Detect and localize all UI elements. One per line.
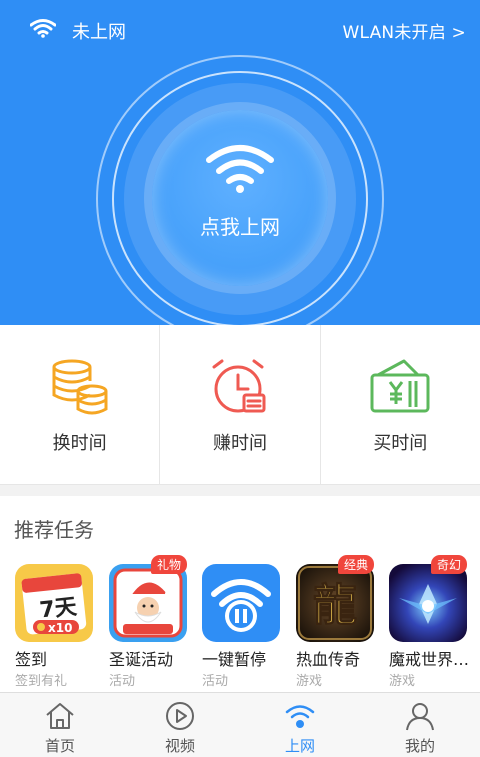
- app-badge: 奇幻: [430, 555, 467, 574]
- app-name: 签到: [15, 650, 48, 669]
- section-title: 推荐任务: [14, 518, 94, 542]
- wifi-pause-icon: [202, 564, 280, 642]
- exchange-time-label: 换时间: [52, 433, 107, 454]
- app-name: 圣诞活动: [109, 650, 174, 669]
- hero-panel: 未上网 WLAN未开启 > 点我上网: [0, 0, 480, 325]
- status-bar: 未上网 WLAN未开启 >: [0, 0, 480, 58]
- app-item-legend[interactable]: 龍 经典 热血传奇 游戏: [296, 555, 386, 690]
- svg-text:龍: 龍: [313, 580, 357, 631]
- tab-label: 视频: [164, 737, 195, 755]
- buy-time-tile[interactable]: 买时间: [321, 325, 480, 484]
- network-status-text: 未上网: [72, 22, 126, 43]
- wlan-settings-link[interactable]: WLAN未开启 >: [343, 18, 466, 43]
- app-name: 魔戒世界…: [389, 650, 470, 669]
- connect-button[interactable]: 点我上网: [152, 110, 328, 286]
- svg-text:x10: x10: [48, 621, 72, 635]
- coins-stack-icon: [52, 359, 108, 415]
- app-item-christmas[interactable]: 礼物 圣诞活动 活动: [109, 555, 199, 690]
- home-icon: [46, 703, 74, 729]
- tab-internet[interactable]: 上网: [240, 693, 360, 757]
- recommended-tasks: 推荐任务 7天 x10 签到 签到有礼 礼物 圣诞活动 活动 一键暂停 活动 龍…: [0, 496, 480, 692]
- wifi-icon: [285, 705, 315, 728]
- app-name: 热血传奇: [296, 650, 361, 669]
- santa-claus-icon: [109, 564, 187, 642]
- buy-time-label: 买时间: [373, 433, 428, 454]
- app-badge: 经典: [337, 555, 374, 574]
- fantasy-game-icon: [389, 564, 467, 642]
- tab-video[interactable]: 视频: [120, 693, 240, 757]
- connect-button-label: 点我上网: [200, 215, 280, 239]
- earn-time-label: 赚时间: [212, 433, 267, 454]
- app-category: 游戏: [389, 674, 416, 689]
- play-video-icon: [166, 702, 194, 730]
- app-item-pause[interactable]: 一键暂停 活动: [202, 564, 292, 690]
- app-item-ring-world[interactable]: 奇幻 魔戒世界… 游戏: [389, 555, 479, 690]
- dragon-game-icon: 龍: [296, 564, 374, 642]
- bottom-tab-bar: 首页 视频 上网 我的: [0, 692, 480, 757]
- exchange-time-tile[interactable]: 换时间: [0, 325, 161, 484]
- tab-home[interactable]: 首页: [0, 693, 120, 757]
- tab-label: 我的: [404, 737, 435, 755]
- tab-profile[interactable]: 我的: [360, 693, 480, 757]
- wifi-status-icon: [30, 19, 56, 38]
- app-name: 一键暂停: [202, 650, 267, 669]
- app-category: 活动: [202, 674, 229, 689]
- app-category: 游戏: [296, 674, 323, 689]
- user-icon: [406, 703, 434, 731]
- calendar-7days-icon: 7天 x10: [15, 564, 93, 642]
- app-list: 7天 x10 签到 签到有礼 礼物 圣诞活动 活动 一键暂停 活动 龍 经典 热…: [0, 555, 480, 690]
- app-category: 活动: [109, 674, 136, 689]
- tab-label: 首页: [44, 737, 75, 755]
- app-category: 签到有礼: [15, 674, 68, 689]
- time-actions: 换时间 赚时间 买时间: [0, 325, 480, 485]
- money-ticket-icon: [370, 359, 430, 413]
- app-item-checkin[interactable]: 7天 x10 签到 签到有礼: [15, 564, 105, 690]
- earn-time-tile[interactable]: 赚时间: [160, 325, 321, 484]
- wifi-icon: [206, 145, 274, 193]
- svg-text:7天: 7天: [38, 595, 79, 624]
- alarm-clock-icon: [212, 359, 266, 413]
- app-badge: 礼物: [150, 555, 187, 574]
- tab-label: 上网: [284, 737, 315, 755]
